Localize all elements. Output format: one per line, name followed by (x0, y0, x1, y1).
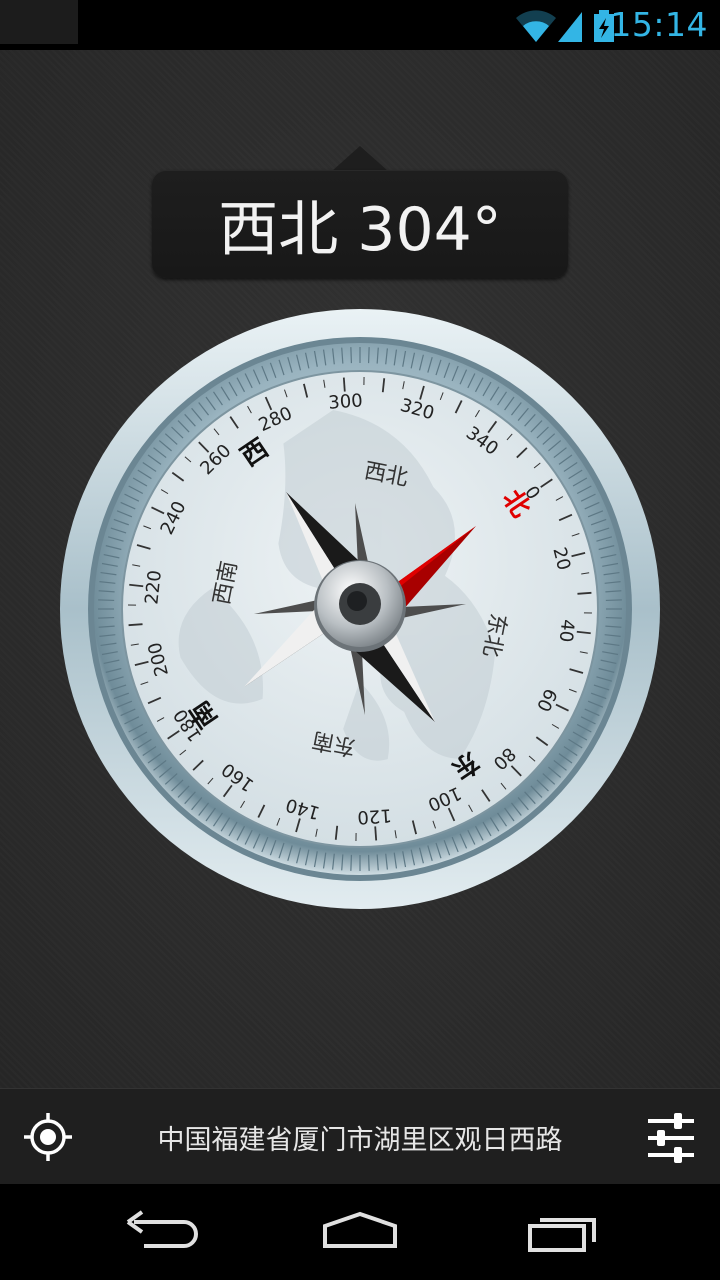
compass-hub (314, 560, 406, 652)
bezel-tick (367, 854, 370, 871)
bezel-tick (98, 616, 115, 619)
back-button[interactable] (114, 1206, 204, 1258)
degree-label: 220 (141, 569, 165, 605)
sliders-icon (648, 1113, 694, 1163)
bezel-tick (98, 599, 115, 602)
bezel-tick (605, 616, 622, 619)
status-bar: 15:14 (0, 0, 720, 50)
home-icon (323, 1211, 397, 1248)
bezel-tick (350, 854, 353, 871)
compass: 0204060801001201401601802002202402602803… (60, 309, 660, 909)
degree-label: 120 (357, 804, 393, 827)
bezel-tick (367, 347, 370, 364)
degree-label: 300 (328, 390, 364, 413)
nav-bar (0, 1184, 720, 1280)
crosshair-icon (24, 1113, 72, 1161)
notification-area (0, 0, 78, 44)
recents-button[interactable] (516, 1206, 606, 1258)
wifi-icon (516, 10, 556, 42)
bezel-tick (605, 599, 622, 602)
recents-icon (528, 1218, 596, 1252)
bottom-bar: 中国福建省厦门市湖里区观日西路 (0, 1088, 720, 1185)
bezel-tick (350, 347, 353, 364)
home-button[interactable] (315, 1206, 405, 1258)
signal-icon (558, 12, 582, 42)
locate-button[interactable] (18, 1107, 78, 1167)
degree-label: 40 (555, 618, 578, 643)
back-icon (126, 1210, 198, 1248)
compass-screen: 西北 304° 0 20 40 60 80 100 120 140 160 18… (0, 50, 720, 1088)
status-time: 15:14 (610, 5, 708, 44)
settings-button[interactable] (640, 1107, 702, 1169)
status-icons (516, 10, 614, 42)
location-address: 中国福建省厦门市湖里区观日西路 (157, 1124, 563, 1156)
